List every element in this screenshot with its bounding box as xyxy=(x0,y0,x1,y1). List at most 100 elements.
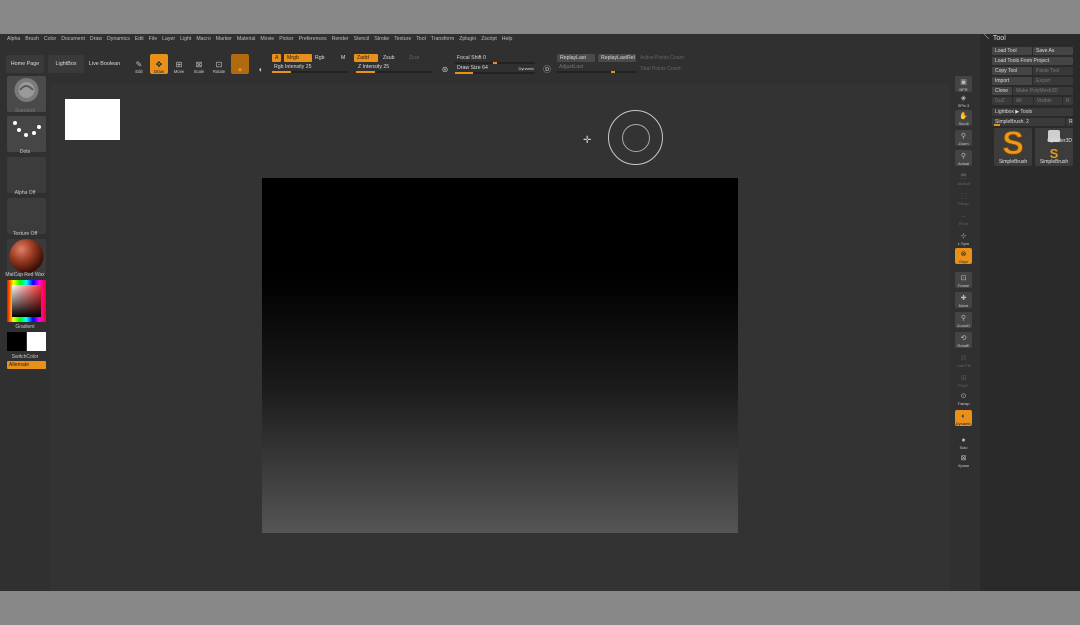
shelf-button-persp[interactable]: ⬚ Persp xyxy=(955,190,972,206)
rgb-intensity-slider[interactable]: Rgb Intensity 25 xyxy=(272,64,348,73)
shelf-button-move[interactable]: ✚ Move xyxy=(955,292,972,308)
r-button-2[interactable]: R xyxy=(1066,118,1073,126)
lightbox-tools-button[interactable]: Lightbox ▶ Tools xyxy=(992,108,1073,116)
shelf-button-spix-3[interactable]: ◈ SPix 3 xyxy=(955,92,972,108)
shelf-button-solo[interactable]: ● Solo xyxy=(955,434,972,450)
menu-render[interactable]: Render xyxy=(332,36,349,42)
menu-document[interactable]: Document xyxy=(61,36,85,42)
gyro-button[interactable]: ◐ xyxy=(252,54,270,74)
menu-picker[interactable]: Picker xyxy=(279,36,293,42)
shelf-button-rotate[interactable]: ⟲ RotatE xyxy=(955,332,972,348)
adjust-last-slider[interactable]: AdjustLast xyxy=(557,64,637,73)
menu-zscript[interactable]: Zscript xyxy=(481,36,497,42)
copy-tool-button[interactable]: Copy Tool xyxy=(992,67,1032,75)
tool-palette-title[interactable]: ⟍ Tool xyxy=(984,34,1006,42)
shelf-button-frame[interactable]: ⊡ Frame xyxy=(955,272,972,288)
rotate-mode-button[interactable]: ⊡ Rotate xyxy=(210,54,228,74)
menu-texture[interactable]: Texture xyxy=(394,36,411,42)
dynamic-brush-button[interactable]: Ⓓ xyxy=(538,54,556,74)
secondary-color-swatch[interactable] xyxy=(27,332,46,351)
dynamic-label[interactable]: Dynamic xyxy=(518,65,534,72)
document-canvas-area[interactable]: ✛ xyxy=(50,84,950,591)
lightbox-button[interactable]: LightBox xyxy=(48,55,84,73)
a-toggle[interactable]: A xyxy=(272,54,282,62)
shelf-button-polyf[interactable]: ⊞ PolyF xyxy=(955,372,972,388)
tool-thumb-simplebrush-1[interactable]: S SimpleBrush xyxy=(994,125,1032,166)
color-picker[interactable] xyxy=(7,280,46,322)
shelf-button-dynamic[interactable]: ◐ Dynamic xyxy=(955,410,972,426)
saturation-square[interactable] xyxy=(12,285,41,317)
shelf-button-gxyz[interactable]: ⊗ Gxyz xyxy=(955,248,972,264)
load-tools-from-project-button[interactable]: Load Tools From Project xyxy=(992,57,1073,65)
menu-edit[interactable]: Edit xyxy=(135,36,144,42)
menu-stroke[interactable]: Stroke xyxy=(374,36,389,42)
draw-mode-button[interactable]: ✥ Draw xyxy=(150,54,168,74)
document-canvas[interactable] xyxy=(262,178,738,533)
goz-button[interactable]: GoZ xyxy=(992,97,1012,105)
menu-draw[interactable]: Draw xyxy=(90,36,102,42)
load-tool-button[interactable]: Load Tool xyxy=(992,47,1032,55)
clone-button[interactable]: Clone xyxy=(992,87,1012,95)
menu-stencil[interactable]: Stencil xyxy=(354,36,370,42)
current-tool-slider[interactable]: SimpleBrush. 2 xyxy=(992,118,1065,126)
texture-selector[interactable] xyxy=(7,198,46,234)
menu-brush[interactable]: Brush xyxy=(25,36,39,42)
sculptris-button[interactable]: ⊛ xyxy=(436,54,454,74)
edit-mode-button[interactable]: ✎ Edit xyxy=(130,54,148,74)
material-preview-button[interactable]: ● xyxy=(231,54,249,74)
shelf-button-zoom[interactable]: ⚲ Zoom xyxy=(955,130,972,146)
export-button[interactable]: Export xyxy=(1033,77,1073,85)
menu-color[interactable]: Color xyxy=(44,36,56,42)
shelf-button-line-fill[interactable]: ⊟ Line Fill xyxy=(955,352,972,368)
focal-shift-slider[interactable]: Focal Shift 0 xyxy=(455,55,535,64)
main-color-swatch[interactable] xyxy=(7,332,26,351)
visible-button[interactable]: Visible xyxy=(1034,97,1062,105)
shelf-button-aahalf[interactable]: ⬒ AAHalf xyxy=(955,170,972,186)
menu-transform[interactable]: Transform xyxy=(431,36,454,42)
menu-marker[interactable]: Marker xyxy=(216,36,232,42)
move-mode-button[interactable]: ⊞ Move xyxy=(170,54,188,74)
shelf-button-actual[interactable]: ⚲ Actual xyxy=(955,150,972,166)
all-button[interactable]: All xyxy=(1013,97,1033,105)
menu-alpha[interactable]: Alpha xyxy=(7,36,20,42)
menu-light[interactable]: Light xyxy=(180,36,191,42)
m-toggle[interactable]: M xyxy=(338,54,348,62)
r-button[interactable]: R xyxy=(1063,97,1073,105)
shelf-button-zoomd[interactable]: ⚲ ZoomD xyxy=(955,312,972,328)
zadd-toggle[interactable]: Zadd xyxy=(354,54,378,62)
menu-zplugin[interactable]: Zplugin xyxy=(459,36,476,42)
shelf-button-bpr[interactable]: ▣ BPR xyxy=(955,76,972,92)
brush-selector[interactable] xyxy=(7,76,46,112)
shelf-button-xpose[interactable]: ⊠ Xpose xyxy=(955,452,972,468)
menu-movie[interactable]: Movie xyxy=(260,36,274,42)
scale-mode-button[interactable]: ⊠ Scale xyxy=(190,54,208,74)
menu-tool[interactable]: Tool xyxy=(416,36,426,42)
live-boolean-button[interactable]: Live Boolean xyxy=(87,55,122,73)
zsub-toggle[interactable]: Zsub xyxy=(380,54,398,62)
material-selector[interactable] xyxy=(7,239,46,275)
save-as-button[interactable]: Save As xyxy=(1033,47,1073,55)
menu-material[interactable]: Material xyxy=(237,36,255,42)
paste-tool-button[interactable]: Paste Tool xyxy=(1033,67,1073,75)
home-page-button[interactable]: Home Page xyxy=(6,55,44,73)
draw-size-slider[interactable]: Draw Size 64 Dynamic xyxy=(455,65,535,74)
menu-file[interactable]: File xyxy=(149,36,157,42)
menu-help[interactable]: Help xyxy=(502,36,513,42)
menu-preferences[interactable]: Preferences xyxy=(299,36,327,42)
stroke-selector[interactable] xyxy=(7,116,46,152)
replay-last-rel-button[interactable]: ReplayLastRel xyxy=(598,54,636,62)
switch-color-label[interactable]: SwitchColor xyxy=(0,354,50,360)
shelf-button-floor[interactable]: ⎯ Floor xyxy=(955,210,972,226)
menu-layer[interactable]: Layer xyxy=(162,36,175,42)
menu-macro[interactable]: Macro xyxy=(196,36,210,42)
alpha-selector[interactable] xyxy=(7,157,46,193)
tool-thumb-cylinder-simplebrush[interactable]: S Cylinder3D SimpleBrush xyxy=(1035,128,1073,166)
shelf-button-l-sym[interactable]: ⊹ L.Sym xyxy=(955,230,972,246)
shelf-button-scroll[interactable]: ✋ Scroll xyxy=(955,110,972,126)
menu-dynamics[interactable]: Dynamics xyxy=(107,36,130,42)
z-intensity-slider[interactable]: Z Intensity 25 xyxy=(356,64,432,73)
make-polymesh-button[interactable]: Make PolyMesh3D xyxy=(1013,87,1073,95)
import-button[interactable]: Import xyxy=(992,77,1032,85)
zcut-toggle[interactable]: Zcut xyxy=(406,54,422,62)
alternate-button[interactable]: Alternate xyxy=(7,361,46,369)
